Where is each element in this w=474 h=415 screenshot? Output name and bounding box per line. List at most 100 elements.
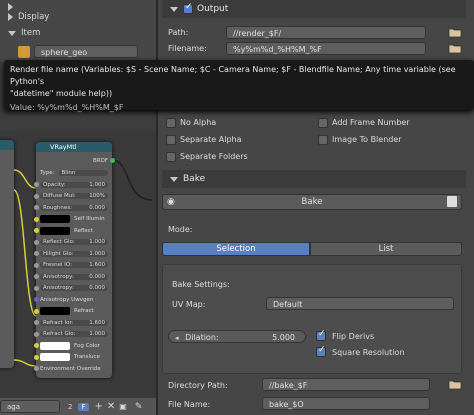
- node-input-row[interactable]: Fog Color: [34, 341, 108, 350]
- input-value-field[interactable]: Diffuse Mul: 100%: [40, 193, 108, 199]
- bake-button[interactable]: ◉ Bake: [162, 194, 462, 210]
- vraymtl-node[interactable]: VRayMtl BRDF Type: Blinn Opacity: 1.000 Di…: [34, 142, 115, 378]
- color-swatch[interactable]: [40, 215, 70, 223]
- input-label: Hilight Glo:: [43, 250, 74, 257]
- input-socket-icon[interactable]: [34, 239, 39, 245]
- collapse-arrow-icon: [170, 176, 178, 182]
- separate-folders-checkbox[interactable]: [166, 152, 176, 162]
- color-swatch[interactable]: [40, 341, 70, 350]
- input-value-field[interactable]: Roughnes: 0.000: [40, 204, 108, 211]
- collapse-arrow-icon: [8, 30, 16, 36]
- separate-alpha-checkbox[interactable]: [166, 135, 176, 145]
- input-value-field[interactable]: Reflect Glo: 1.000: [40, 239, 108, 245]
- color-swatch[interactable]: [40, 226, 70, 235]
- folder-icon[interactable]: [448, 27, 462, 38]
- add-icon[interactable]: +: [95, 401, 103, 412]
- input-value-field[interactable]: Refract Glo: 1.000: [40, 331, 108, 337]
- input-socket-icon[interactable]: [34, 308, 39, 314]
- input-label: Transluce: [74, 354, 100, 360]
- input-value-field[interactable]: Anisotropy: 0.000: [40, 285, 108, 291]
- input-socket-icon[interactable]: [34, 354, 39, 360]
- pin-icon[interactable]: ✎: [135, 402, 143, 412]
- image-to-blender-checkbox[interactable]: [318, 135, 328, 145]
- input-socket-icon[interactable]: [34, 297, 39, 302]
- filename-field[interactable]: %y%m%d_%H%M_%F: [226, 42, 426, 55]
- input-label: Environment Override: [40, 365, 101, 372]
- node-editor-canvas[interactable]: VRayMtl BRDF Type: Blinn Opacity: 1.000 Di…: [0, 130, 156, 398]
- decrement-arrow-icon[interactable]: ◂: [175, 334, 179, 342]
- add-frame-number-label: Add Frame Number: [332, 118, 410, 127]
- input-socket-icon[interactable]: [34, 331, 39, 337]
- item-panel-header[interactable]: Item: [0, 26, 156, 40]
- square-resolution-checkbox[interactable]: [316, 345, 326, 357]
- mode-selection-tab[interactable]: Selection: [162, 242, 310, 256]
- input-value-field[interactable]: Anisotropy: 0.000: [40, 273, 108, 280]
- node-input-row[interactable]: Opacity: 1.000: [34, 180, 108, 189]
- input-label: Opacity:: [43, 181, 66, 188]
- directory-path-field[interactable]: //bake_$F: [262, 378, 430, 391]
- node-input-row[interactable]: Diffuse Mul: 100%: [34, 192, 108, 201]
- color-swatch[interactable]: [40, 307, 70, 315]
- input-socket-icon[interactable]: [34, 251, 39, 256]
- folder-icon[interactable]: [448, 379, 462, 390]
- input-socket-icon[interactable]: [34, 285, 39, 291]
- input-value-field[interactable]: Hilight Glo: 1.000: [40, 250, 108, 257]
- node-input-row[interactable]: Roughnes: 0.000: [34, 203, 108, 212]
- node-input-row[interactable]: Self Illumin: [34, 215, 108, 224]
- input-socket-icon[interactable]: [34, 320, 39, 325]
- node-input-row[interactable]: Anisotropy: 0.000: [34, 284, 108, 293]
- fake-user-toggle[interactable]: F: [78, 402, 89, 411]
- link-wire: [13, 189, 37, 317]
- bake-panel-header[interactable]: Bake: [162, 170, 466, 188]
- input-value-field[interactable]: Opacity: 1.000: [40, 181, 108, 188]
- node-input-row[interactable]: Reflect Glo: 1.000: [34, 238, 108, 247]
- output-title: Output: [197, 4, 229, 14]
- input-socket-icon[interactable]: [34, 366, 39, 371]
- node-input-row[interactable]: Anisotropy: 0.000: [34, 272, 108, 281]
- node-header[interactable]: VRayMtl: [36, 142, 112, 152]
- browse-icon[interactable]: ▣: [119, 402, 127, 411]
- flip-derivs-checkbox[interactable]: [316, 329, 326, 341]
- input-socket-icon[interactable]: [34, 262, 39, 268]
- input-socket-icon[interactable]: [34, 228, 39, 233]
- input-value-field[interactable]: Fresnel IO: 1.600: [40, 262, 108, 268]
- node-title: VRayMtl: [50, 143, 77, 151]
- color-swatch[interactable]: [40, 353, 70, 361]
- type-dropdown[interactable]: Blinn: [58, 169, 108, 176]
- node-input-row[interactable]: Transluce: [34, 353, 108, 362]
- input-socket-icon[interactable]: [34, 182, 39, 187]
- output-socket-icon[interactable]: [110, 158, 115, 163]
- mode-list-tab[interactable]: List: [310, 242, 462, 256]
- file-name-field[interactable]: bake_$O: [262, 397, 430, 410]
- display-panel-header[interactable]: Display: [0, 10, 156, 24]
- node-input-row[interactable]: Refract Glo: 1.000: [34, 330, 108, 339]
- output-panel-header[interactable]: Output: [162, 0, 466, 18]
- object-name-field[interactable]: sphere_geo: [34, 45, 138, 58]
- uv-map-dropdown[interactable]: Default: [266, 297, 454, 310]
- node-input-row[interactable]: Fresnel IO: 1.600: [34, 261, 108, 270]
- input-socket-icon[interactable]: [34, 216, 39, 222]
- close-icon[interactable]: ✕: [107, 401, 115, 412]
- input-value-field[interactable]: Refract Ior: 1.600: [40, 319, 108, 326]
- material-name-field[interactable]: aga: [0, 400, 60, 413]
- path-field[interactable]: //render_$F/: [226, 26, 426, 39]
- input-label: Fresnel IO:: [43, 262, 73, 268]
- output-enable-checkbox[interactable]: [183, 2, 193, 14]
- input-socket-icon[interactable]: [34, 343, 39, 348]
- node-input-row[interactable]: Reflect: [34, 226, 108, 235]
- add-frame-number-checkbox[interactable]: [318, 118, 328, 128]
- node-input-row[interactable]: Refract: [34, 307, 108, 316]
- folder-icon[interactable]: [448, 43, 462, 54]
- lock-icon[interactable]: [447, 196, 457, 207]
- node-input-row[interactable]: Environment Override: [34, 364, 108, 373]
- bake-button-label: Bake: [301, 197, 323, 207]
- node-input-row[interactable]: Anisotropy Uwvgen: [34, 295, 108, 304]
- input-socket-icon[interactable]: [34, 205, 39, 210]
- input-socket-icon[interactable]: [34, 193, 39, 199]
- dilation-field[interactable]: ◂ Dilation: 5.000: [168, 330, 306, 343]
- image-to-blender-label: Image To Blender: [332, 135, 402, 144]
- node-input-row[interactable]: Hilight Glo: 1.000: [34, 249, 108, 258]
- no-alpha-checkbox[interactable]: [166, 118, 176, 128]
- input-socket-icon[interactable]: [34, 274, 39, 279]
- node-input-row[interactable]: Refract Ior: 1.600: [34, 318, 108, 327]
